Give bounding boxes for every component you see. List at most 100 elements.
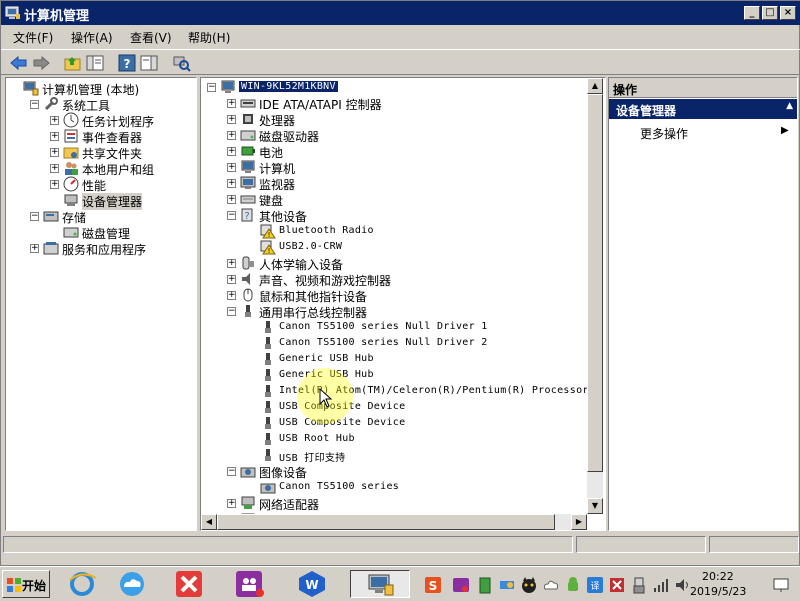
- expand-icon[interactable]: +: [227, 163, 236, 172]
- scan-hardware-icon[interactable]: [171, 53, 191, 73]
- clock-date[interactable]: 2019/5/23: [690, 585, 746, 598]
- expand-icon[interactable]: +: [227, 131, 236, 140]
- menu-help[interactable]: 帮助(H): [188, 29, 230, 46]
- device-tree-node[interactable]: ! Bluetooth Radio: [201, 223, 587, 239]
- screenshot-tray-icon[interactable]: [608, 576, 626, 594]
- device-tree-node[interactable]: USB Root Hub: [201, 431, 587, 447]
- expand-icon[interactable]: +: [227, 195, 236, 204]
- device-tree-node[interactable]: + 网络适配器: [201, 495, 587, 512]
- collapse-icon[interactable]: −: [30, 100, 39, 109]
- xmind-icon[interactable]: [166, 570, 210, 598]
- expand-icon[interactable]: +: [227, 115, 236, 124]
- device-tree-node[interactable]: USB 打印支持: [201, 447, 587, 464]
- console-tree-node[interactable]: + 共享文件夹: [6, 144, 196, 161]
- clock-time[interactable]: 20:22: [702, 570, 734, 583]
- collapse-icon[interactable]: −: [30, 212, 39, 221]
- device-tree-node[interactable]: + 声音、视频和游戏控制器: [201, 271, 587, 288]
- show-hide-tree-icon[interactable]: [85, 53, 105, 73]
- device-tree-node[interactable]: USB Composite Device: [201, 415, 587, 431]
- device-tree-node[interactable]: USB Composite Device: [201, 399, 587, 415]
- close-button[interactable]: ×: [780, 6, 796, 20]
- horizontal-scrollbar[interactable]: ◀ ▶: [201, 514, 587, 530]
- scroll-up-arrow-icon[interactable]: ▲: [587, 78, 603, 94]
- video-recorder-icon[interactable]: [226, 570, 270, 598]
- scroll-right-arrow-icon[interactable]: ▶: [571, 514, 587, 530]
- start-button[interactable]: 开始: [2, 570, 50, 598]
- expand-icon[interactable]: +: [50, 116, 59, 125]
- android-tray-icon[interactable]: [564, 576, 582, 594]
- device-tree-node[interactable]: + 处理器: [201, 111, 587, 128]
- expand-icon[interactable]: +: [50, 180, 59, 189]
- device-tree-node[interactable]: Canon TS5100 series: [201, 479, 587, 495]
- expand-icon[interactable]: +: [50, 148, 59, 157]
- forward-arrow-icon[interactable]: [31, 53, 51, 73]
- collapse-arrow-icon[interactable]: ▲: [786, 101, 793, 111]
- device-tree-node[interactable]: + 监视器: [201, 175, 587, 192]
- battery-tray-icon[interactable]: [476, 576, 494, 594]
- console-tree-node[interactable]: 计算机管理 (本地): [6, 80, 196, 97]
- scroll-thumb[interactable]: [587, 94, 603, 472]
- actions-section-device-manager[interactable]: 设备管理器 ▲: [609, 99, 797, 119]
- console-tree-node[interactable]: 磁盘管理: [6, 224, 196, 241]
- device-tree-node[interactable]: + IDE ATA/ATAPI 控制器: [201, 95, 587, 112]
- sogou-input-icon[interactable]: S: [424, 576, 442, 594]
- show-hide-action-pane-icon[interactable]: [139, 53, 159, 73]
- expand-icon[interactable]: +: [227, 179, 236, 188]
- device-tree-node[interactable]: Canon TS5100 series Null Driver 2: [201, 335, 587, 351]
- device-tree-node[interactable]: + 鼠标和其他指针设备: [201, 287, 587, 304]
- wps-office-icon[interactable]: W: [290, 570, 334, 598]
- expand-icon[interactable]: +: [227, 99, 236, 108]
- up-folder-icon[interactable]: [63, 53, 83, 73]
- device-tree-node[interactable]: −? 其他设备: [201, 207, 587, 224]
- collapse-icon[interactable]: −: [227, 467, 236, 476]
- cloud-tray-icon[interactable]: [542, 576, 560, 594]
- expand-icon[interactable]: +: [227, 499, 236, 508]
- device-tree-node[interactable]: − 通用串行总线控制器: [201, 303, 587, 320]
- device-tree-node[interactable]: Generic USB Hub: [201, 351, 587, 367]
- minimize-button[interactable]: _: [744, 6, 760, 20]
- title-bar[interactable]: 计算机管理 _ □ ×: [1, 1, 800, 25]
- collapse-icon[interactable]: −: [227, 211, 236, 220]
- device-tree-node[interactable]: + 人体学输入设备: [201, 255, 587, 272]
- network-device-tray-icon[interactable]: [498, 576, 516, 594]
- menu-file[interactable]: 文件(F): [13, 29, 53, 46]
- console-tree-node[interactable]: − 系统工具: [6, 96, 196, 113]
- ie-browser-icon[interactable]: [60, 570, 104, 598]
- scroll-down-arrow-icon[interactable]: ▼: [587, 498, 603, 514]
- scroll-left-arrow-icon[interactable]: ◀: [201, 514, 217, 530]
- maximize-button[interactable]: □: [762, 6, 778, 20]
- taskbar-computer-management-button[interactable]: [350, 570, 410, 598]
- console-tree-node[interactable]: + 服务和应用程序: [6, 240, 196, 257]
- device-tree-node[interactable]: + 电池: [201, 143, 587, 160]
- console-tree-node[interactable]: + 任务计划程序: [6, 112, 196, 129]
- help-icon[interactable]: ?: [117, 53, 137, 73]
- device-tree-node[interactable]: + 计算机: [201, 159, 587, 176]
- device-tree-node[interactable]: Generic USB Hub: [201, 367, 587, 383]
- signal-tray-icon[interactable]: [652, 576, 670, 594]
- recorder-tray-icon[interactable]: [452, 576, 470, 594]
- collapse-icon[interactable]: −: [227, 307, 236, 316]
- menu-action[interactable]: 操作(A): [71, 29, 113, 46]
- expand-icon[interactable]: +: [50, 164, 59, 173]
- notification-flag-icon[interactable]: [772, 576, 790, 594]
- console-tree-node[interactable]: + 性能: [6, 176, 196, 193]
- back-arrow-icon[interactable]: [9, 53, 29, 73]
- expand-icon[interactable]: +: [227, 275, 236, 284]
- device-tree-node[interactable]: − 图像设备: [201, 463, 587, 480]
- device-tree-node[interactable]: Intel(R) Atom(TM)/Celeron(R)/Pentium(R) …: [201, 383, 601, 399]
- expand-icon[interactable]: +: [30, 244, 39, 253]
- browser-cloud-icon[interactable]: [110, 570, 154, 598]
- expand-icon[interactable]: +: [227, 147, 236, 156]
- device-tree-node[interactable]: Canon TS5100 series Null Driver 1: [201, 319, 587, 335]
- device-tree-node[interactable]: ! USB2.0-CRW: [201, 239, 587, 255]
- expand-icon[interactable]: +: [227, 291, 236, 300]
- console-tree-node[interactable]: − 存储: [6, 208, 196, 225]
- translate-tray-icon[interactable]: 译: [586, 576, 604, 594]
- more-actions-link[interactable]: 更多操作: [640, 125, 688, 142]
- expand-icon[interactable]: +: [50, 132, 59, 141]
- cat-tray-icon[interactable]: [520, 576, 538, 594]
- device-tree-node[interactable]: + 磁盘驱动器: [201, 127, 587, 144]
- vertical-scrollbar[interactable]: ▲ ▼: [587, 78, 603, 514]
- menu-view[interactable]: 查看(V): [130, 29, 172, 46]
- console-tree-node[interactable]: 设备管理器: [6, 192, 196, 210]
